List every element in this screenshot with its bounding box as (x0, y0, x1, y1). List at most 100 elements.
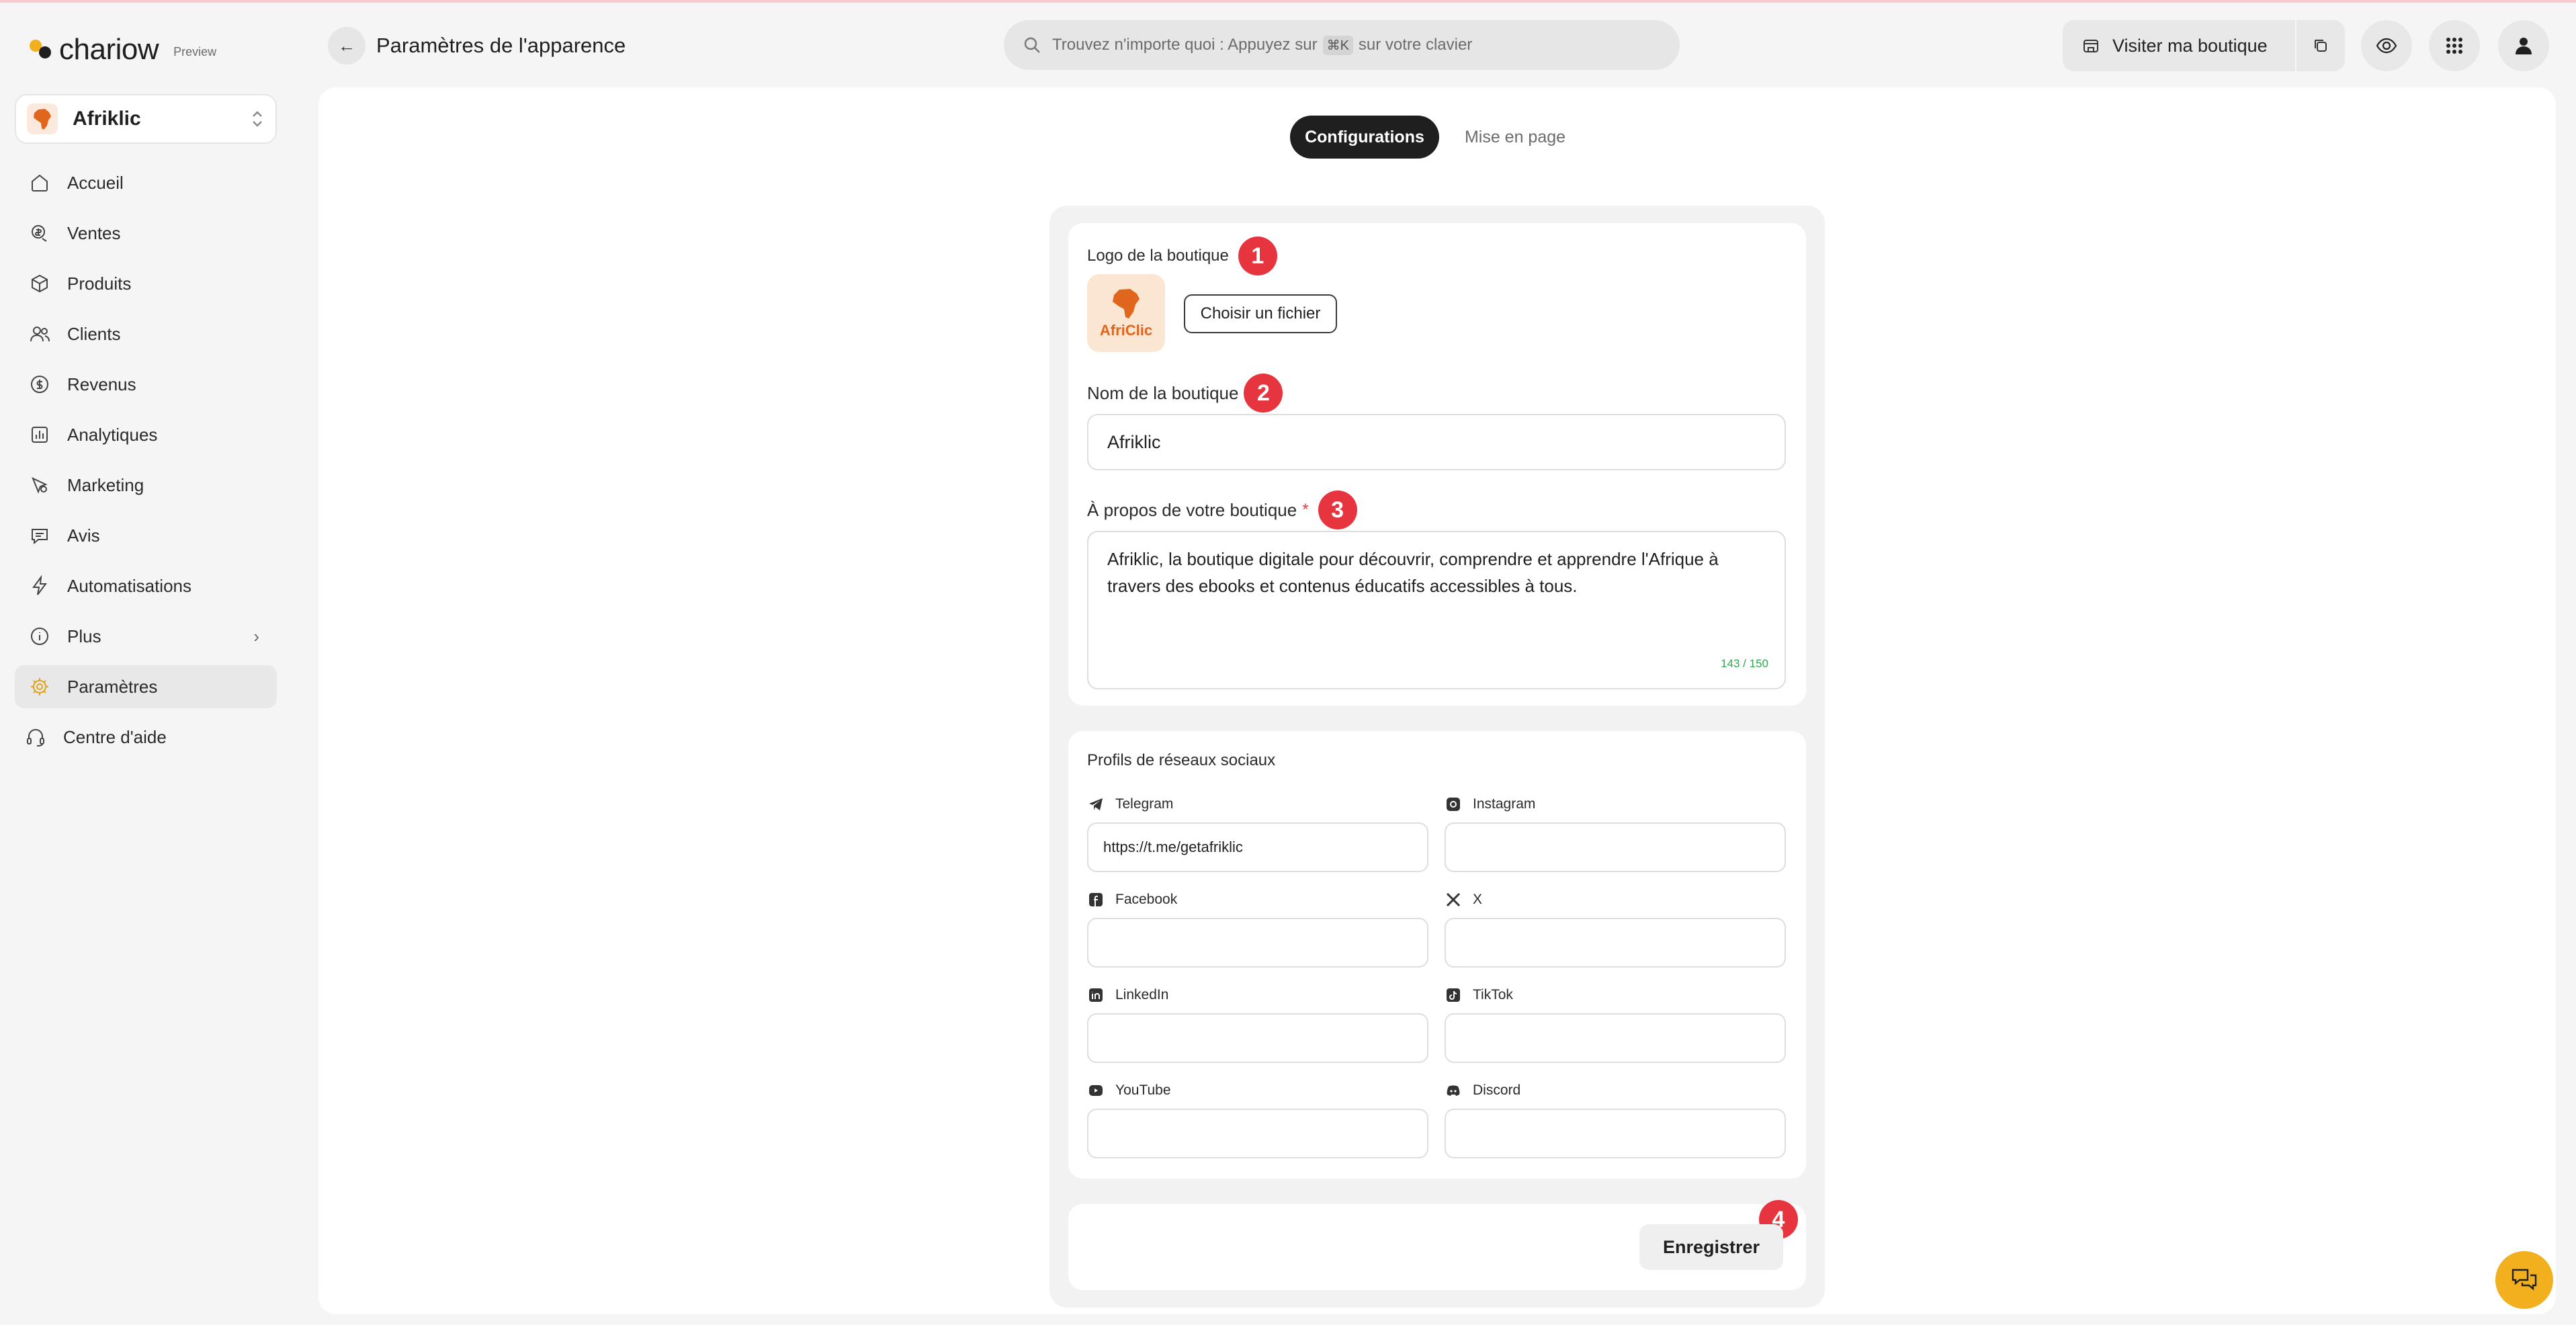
facebook-input[interactable] (1087, 918, 1428, 968)
main-panel: Configurations Mise en page Logo de la b… (318, 87, 2556, 1314)
sidebar-item-produits[interactable]: Produits (15, 262, 277, 305)
brand-logo[interactable]: chariow Preview (28, 31, 216, 69)
copy-icon (2315, 40, 2327, 52)
sidebar-item-analytiques[interactable]: Analytiques (15, 413, 277, 456)
linkedin-label: LinkedIn (1115, 987, 1169, 1002)
chevron-updown-icon (250, 109, 265, 129)
search-placeholder-suffix: sur votre clavier (1358, 36, 1473, 54)
social-profiles-card: Profils de réseaux sociaux Telegram http… (1068, 731, 1806, 1179)
linkedin-input[interactable] (1087, 1013, 1428, 1063)
social-section-title: Profils de réseaux sociaux (1087, 751, 1276, 769)
sidebar-item-avis[interactable]: Avis (15, 514, 277, 557)
sidebar-item-accueil[interactable]: Accueil (15, 161, 277, 204)
annotation-badge-3: 3 (1318, 490, 1357, 529)
sidebar-item-label: Paramètres (67, 676, 158, 697)
telegram-icon (1087, 796, 1105, 813)
gear-icon (28, 675, 51, 698)
choose-file-button[interactable]: Choisir un fichier (1184, 294, 1337, 333)
sidebar-item-label: Revenus (67, 374, 136, 394)
apps-menu-button[interactable] (2429, 20, 2480, 71)
about-field[interactable]: Afriklic, la boutique digitale pour déco… (1087, 531, 1786, 689)
sidebar-item-marketing[interactable]: Marketing (15, 464, 277, 507)
sales-coin-icon (28, 222, 51, 245)
x-label: X (1473, 892, 1483, 907)
about-text: Afriklic, la boutique digitale pour déco… (1107, 549, 1719, 596)
eye-icon (2376, 38, 2397, 54)
user-icon (2516, 38, 2532, 54)
store-info-card: Logo de la boutique 1 AfriClic Choisir u… (1068, 223, 1806, 706)
copy-link-button[interactable] (2296, 20, 2345, 71)
about-label: À propos de votre boutique (1087, 499, 1297, 520)
sidebar-item-ventes[interactable]: Ventes (15, 212, 277, 255)
youtube-input[interactable] (1087, 1109, 1428, 1158)
arrow-left-icon: ← (338, 35, 355, 56)
chart-icon (28, 423, 51, 446)
sidebar-item-label: Automatisations (67, 575, 191, 596)
marketing-icon (28, 474, 51, 497)
required-marker: * (1302, 501, 1309, 519)
store-name-field[interactable]: Afriklic (1087, 414, 1786, 470)
sidebar-item-parametres[interactable]: Paramètres (15, 665, 277, 708)
sidebar-item-label: Plus (67, 626, 101, 646)
sidebar-item-label: Ventes (67, 222, 121, 243)
tab-configurations[interactable]: Configurations (1290, 116, 1439, 159)
annotation-badge-1: 1 (1238, 237, 1277, 275)
actions-card: 4 Enregistrer (1068, 1200, 1806, 1290)
store-name-label: Nom de la boutique (1087, 382, 1239, 403)
visit-store-button[interactable]: Visiter ma boutique (2063, 20, 2295, 71)
chariow-logo-icon (28, 37, 54, 62)
character-counter: 143 / 150 (1721, 657, 1768, 670)
tab-mise-en-page[interactable]: Mise en page (1445, 116, 1586, 159)
users-icon (28, 323, 51, 345)
sidebar-nav: Accueil Ventes Produits Clients Revenus … (15, 161, 277, 766)
keyboard-shortcut: ⌘K (1322, 35, 1353, 55)
sidebar-item-plus[interactable]: Plus › (15, 615, 277, 658)
page-title: Paramètres de l'apparence (376, 34, 626, 57)
store-name: Afriklic (73, 108, 141, 130)
headset-icon (24, 726, 47, 749)
save-button[interactable]: Enregistrer (1639, 1224, 1783, 1270)
back-button[interactable]: ← (328, 27, 366, 65)
tiktok-icon (1445, 986, 1462, 1004)
africa-map-icon (1113, 289, 1140, 318)
linkedin-field-group: LinkedIn (1087, 984, 1428, 1063)
sidebar-item-revenus[interactable]: Revenus (15, 363, 277, 406)
x-input[interactable] (1445, 918, 1786, 968)
lightning-icon (28, 574, 51, 597)
x-field-group: X (1445, 888, 1786, 968)
sidebar-item-label: Avis (67, 525, 100, 546)
chevron-right-icon: › (253, 626, 259, 646)
x-icon (1445, 891, 1462, 908)
store-avatar (27, 103, 58, 134)
about-label-row: À propos de votre boutique * 3 (1087, 490, 1357, 529)
discord-input[interactable] (1445, 1109, 1786, 1158)
search-icon (1024, 37, 1040, 53)
user-avatar-button[interactable] (2498, 20, 2549, 71)
telegram-input[interactable]: https://t.me/getafriklic (1087, 822, 1428, 872)
tabs: Configurations Mise en page (1290, 116, 1915, 210)
sidebar-item-label: Clients (67, 323, 121, 344)
instagram-label: Instagram (1473, 796, 1536, 812)
sidebar-item-automatisations[interactable]: Automatisations (15, 564, 277, 607)
search-placeholder-prefix: Trouvez n'importe quoi : Appuyez sur (1052, 36, 1318, 54)
instagram-input[interactable] (1445, 822, 1786, 872)
search-bar[interactable]: Trouvez n'importe quoi : Appuyez sur ⌘K … (1004, 20, 1680, 70)
sidebar-item-clients[interactable]: Clients (15, 312, 277, 355)
sidebar-item-label: Marketing (67, 474, 144, 495)
grid-icon (2446, 38, 2462, 54)
sidebar-item-label: Centre d'aide (63, 726, 167, 747)
tiktok-field-group: TikTok (1445, 984, 1786, 1063)
brand-name: chariow (59, 33, 159, 66)
home-icon (28, 171, 51, 194)
logo-label: Logo de la boutique (1087, 247, 1229, 265)
youtube-icon (1087, 1082, 1105, 1099)
annotation-badge-2: 2 (1244, 374, 1283, 413)
discord-icon (1445, 1082, 1462, 1099)
support-chat-button[interactable] (2495, 1251, 2553, 1309)
top-accent-line (0, 0, 2576, 3)
youtube-field-group: YouTube (1087, 1079, 1428, 1158)
sidebar-item-centre-aide[interactable]: Centre d'aide (15, 716, 277, 759)
tiktok-input[interactable] (1445, 1013, 1786, 1063)
store-selector[interactable]: Afriklic (15, 94, 277, 144)
preview-button[interactable] (2361, 20, 2412, 71)
